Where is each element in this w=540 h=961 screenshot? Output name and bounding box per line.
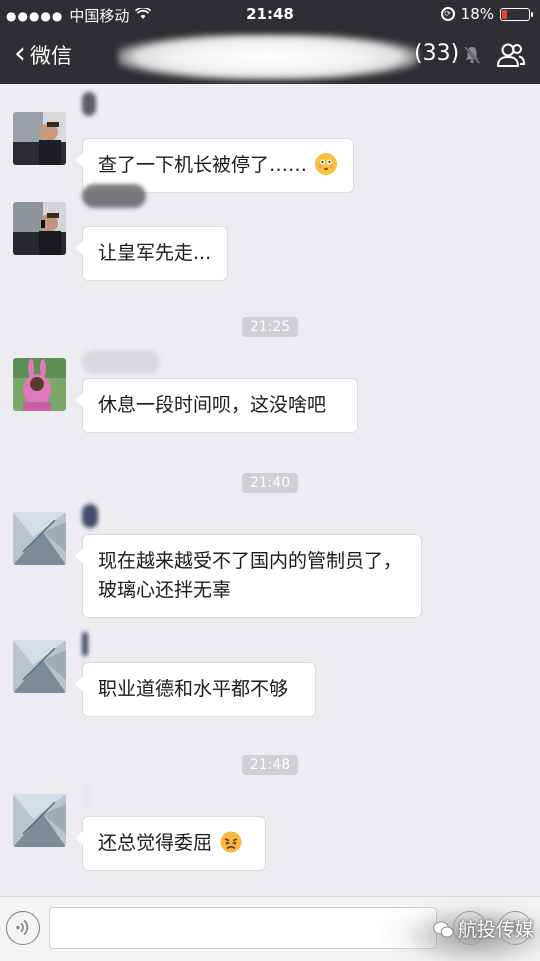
voice-button[interactable] [6,911,40,945]
redacted-group-title [118,34,418,80]
message-text: 现在越来越受不了国内的管制员了，玻璃心还拌无辜 [98,550,403,601]
input-bar: 航投传媒 [0,896,540,961]
back-button[interactable]: ‹ 微信 [14,35,72,71]
avatar[interactable] [13,640,66,693]
frowning-face-emoji-icon [220,831,242,853]
timestamp-divider: 21:40 [0,472,540,493]
message-text: 职业道德和水平都不够 [98,678,289,700]
timestamp: 21:25 [241,317,299,337]
message-text: 让皇军先走... [98,242,212,264]
timestamp-divider: 21:48 [0,754,540,775]
back-label: 微信 [30,44,72,68]
avatar[interactable] [13,112,66,165]
message-text: 休息一段时间呗，这没啥吧 [98,394,327,416]
message-input[interactable] [49,907,437,949]
watermark: 航投传媒 [432,915,534,942]
avatar[interactable] [13,202,66,255]
message-bubble[interactable]: 现在越来越受不了国内的管制员了，玻璃心还拌无辜 [75,534,422,618]
timestamp-divider: 21:25 [0,316,540,337]
redacted-nickname [82,632,88,656]
redacted-nickname [82,350,160,374]
message-bubble[interactable]: 让皇军先走... [75,226,228,281]
chat-message-list[interactable]: 查了一下机长被停了…… 让皇军先走... 21:25 休息一段时间呗，这没啥吧 … [0,84,540,896]
message-bubble[interactable]: 还总觉得委屈 [75,816,266,871]
watermark-text: 航投传媒 [457,919,534,941]
flushed-face-emoji-icon [315,153,338,175]
message-bubble[interactable]: 休息一段时间呗，这没啥吧 [75,378,358,433]
chat-header: ‹ 微信 (33) [0,28,540,84]
redacted-nickname [82,184,146,208]
avatar[interactable] [13,794,66,847]
redacted-nickname [82,92,96,116]
status-right: ⟳ 18% [440,5,533,23]
redacted-nickname [82,784,92,808]
voice-icon [16,919,29,936]
member-count: (33) [414,41,460,66]
battery-icon [500,7,533,21]
group-members-icon[interactable] [496,40,526,70]
timestamp: 21:48 [241,755,299,775]
message-text: 查了一下机长被停了…… [98,154,308,176]
battery-percent: 18% [460,5,494,23]
timestamp: 21:40 [241,473,299,493]
status-bar: ●●●●● 中国移动 21:48 ⟳ 18% [0,0,540,28]
rotation-lock-icon: ⟳ [440,7,455,21]
message-text: 还总觉得委屈 [98,832,213,854]
avatar[interactable] [13,512,66,565]
avatar[interactable] [13,358,66,411]
watermark-logo-icon [433,921,454,937]
back-chevron-icon: ‹ [14,35,26,71]
battery-fill [502,9,507,19]
mute-icon [464,46,480,64]
redacted-nickname [82,504,98,528]
message-bubble[interactable]: 职业道德和水平都不够 [75,662,316,717]
